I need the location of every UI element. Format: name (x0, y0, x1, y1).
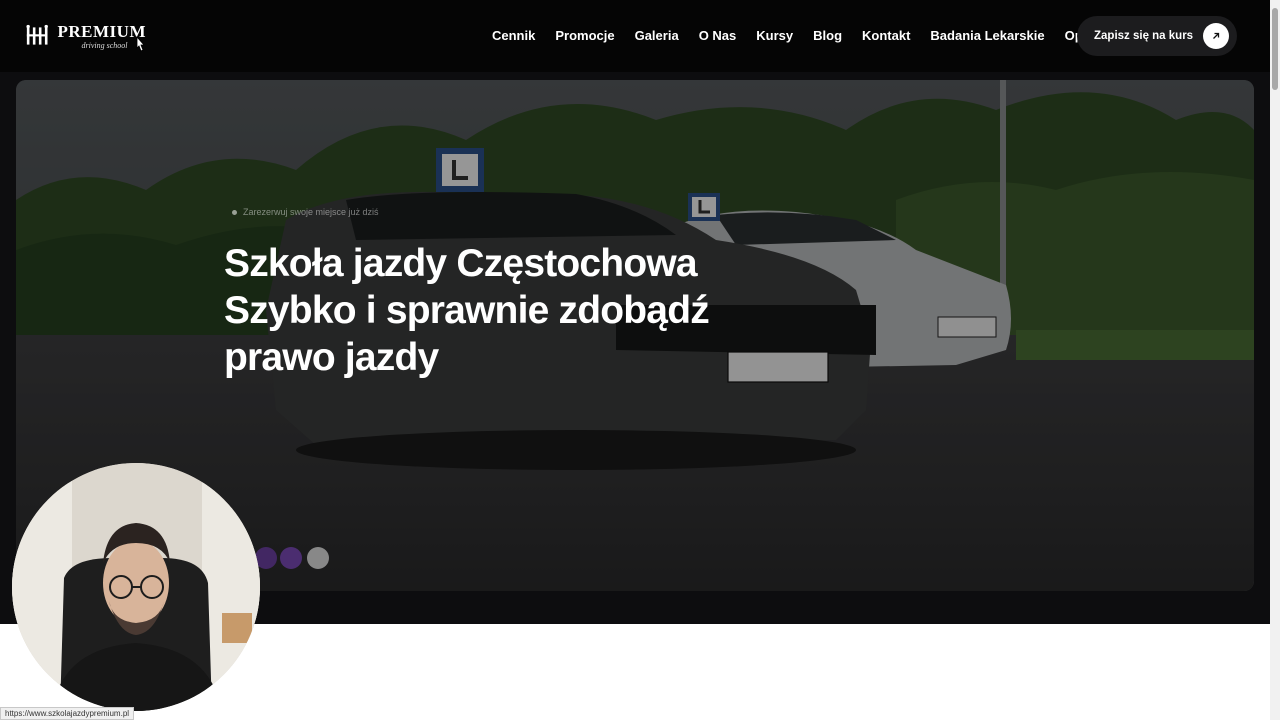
logo[interactable]: PREMIUM driving school (26, 18, 146, 54)
nav-item-kontakt[interactable]: Kontakt (862, 28, 910, 43)
signup-button[interactable]: Zapisz się na kurs (1077, 16, 1237, 56)
nav-item-kursy[interactable]: Kursy (756, 28, 793, 43)
main-nav: Cennik Promocje Galeria O Nas Kursy Blog… (492, 28, 1105, 43)
webcam-overlay (12, 463, 260, 711)
hero-title-line-2: Szybko i sprawnie zdobądź (224, 289, 710, 332)
hero-tagline: Zarezerwuj swoje miejsce już dziś (232, 207, 379, 217)
nav-item-blog[interactable]: Blog (813, 28, 842, 43)
nav-item-o-nas[interactable]: O Nas (699, 28, 737, 43)
nav-item-galeria[interactable]: Galeria (635, 28, 679, 43)
nav-item-cennik[interactable]: Cennik (492, 28, 535, 43)
arrow-up-right-icon (1203, 23, 1229, 49)
hero-title-line-1: Szkoła jazdy Częstochowa (224, 242, 698, 285)
mouse-cursor-icon (136, 36, 145, 52)
hero-title: Szkoła jazdy Częstochowa Szybko i sprawn… (224, 240, 744, 381)
hero-tagline-text: Zarezerwuj swoje miejsce już dziś (243, 207, 379, 217)
presenter-video (12, 463, 260, 711)
logo-mark-icon (26, 24, 48, 45)
signup-button-label: Zapisz się na kurs (1094, 30, 1194, 42)
hero-title-line-3: prawo jazdy (224, 336, 439, 379)
nav-item-badania-lekarskie[interactable]: Badania Lekarskie (930, 28, 1044, 43)
page-scrollbar[interactable] (1270, 0, 1280, 720)
bullet-dot-icon (232, 209, 237, 215)
status-bar-url: https://www.szkolajazdypremium.pl (0, 707, 135, 720)
logo-word: PREMIUM (57, 21, 146, 41)
nav-item-promocje[interactable]: Promocje (555, 28, 614, 43)
scrollbar-thumb[interactable] (1272, 8, 1278, 90)
